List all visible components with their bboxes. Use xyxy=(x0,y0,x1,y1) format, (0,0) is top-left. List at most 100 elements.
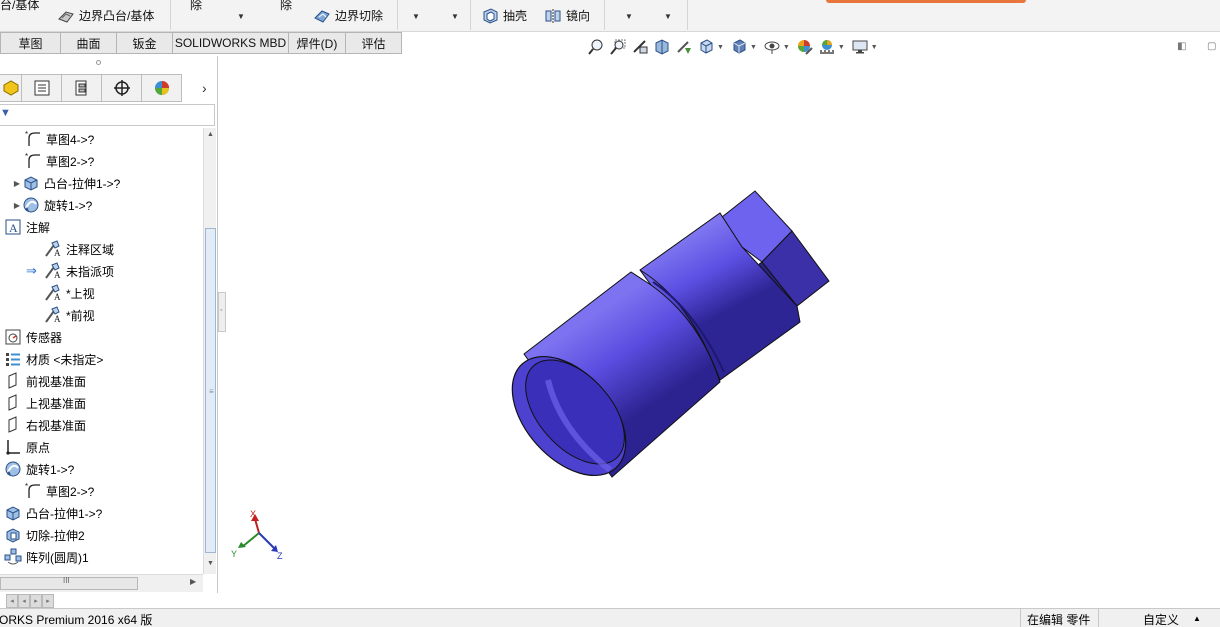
configuration-manager-tab[interactable] xyxy=(62,74,102,102)
chevron-down-icon[interactable]: ▼ xyxy=(750,44,757,51)
tree-node[interactable]: A *上视 xyxy=(44,282,95,304)
chevron-down-icon[interactable]: ▼ xyxy=(451,12,459,21)
tree-node[interactable]: A 注解 xyxy=(4,216,50,238)
scroll-up-icon[interactable]: ▲ xyxy=(207,131,214,138)
restore-panel-icon[interactable]: ◧ xyxy=(1177,41,1186,52)
next-tab-icon[interactable]: ▸ xyxy=(30,594,42,608)
cut-partial-button-1[interactable]: 除 xyxy=(190,0,202,13)
boss-base-partial-button[interactable]: 台/基体 xyxy=(0,0,39,13)
chevron-down-icon[interactable]: ▼ xyxy=(412,12,420,21)
tree-node[interactable]: * 草图2->? xyxy=(24,150,94,172)
cut-partial-button-2[interactable]: 除 xyxy=(280,0,292,13)
chevron-down-icon[interactable]: ▼ xyxy=(717,44,724,51)
tree-node-label: 旋转1->? xyxy=(44,198,93,213)
chevron-down-icon[interactable]: ▼ xyxy=(783,44,790,51)
zoom-to-area-icon[interactable] xyxy=(607,37,629,57)
eye-icon[interactable] xyxy=(761,37,783,57)
tree-node[interactable]: * 草图2->? xyxy=(24,480,94,502)
tab-sheet-metal[interactable]: 钣金 xyxy=(117,32,173,54)
tree-node-label: *上视 xyxy=(66,286,95,301)
tree-horizontal-scrollbar[interactable]: III ▶ xyxy=(0,574,203,592)
extrude-icon xyxy=(22,174,40,192)
dimxpert-manager-tab[interactable] xyxy=(102,74,142,102)
view-toolbar: ▼ ▼ ▼ ▼ ▼ xyxy=(585,37,882,57)
tree-node[interactable]: 阵列(圆周)1 xyxy=(4,546,89,568)
boundary-cut-button[interactable]: 边界切除 xyxy=(313,7,383,24)
tree-node-label: 注解 xyxy=(26,220,51,235)
part-icon xyxy=(3,80,18,96)
first-tab-icon[interactable]: ◂ xyxy=(6,594,18,608)
edit-appearance-icon[interactable] xyxy=(794,37,816,57)
panel-splitter[interactable]: ◦ xyxy=(218,292,226,332)
tree-node[interactable]: A *前视 xyxy=(44,304,95,326)
boundary-boss-label: 边界凸台/基体 xyxy=(79,9,155,23)
tree-node[interactable]: 传感器 xyxy=(4,326,62,348)
tree-node-label: 上视基准面 xyxy=(26,396,87,411)
chevron-up-icon[interactable]: ▲ xyxy=(1193,614,1201,623)
svg-text:A: A xyxy=(54,248,61,258)
expand-toggle-icon[interactable]: ▶ xyxy=(12,179,22,188)
chevron-right-icon[interactable]: › xyxy=(202,80,207,96)
tree-node[interactable]: 切除-拉伸2 xyxy=(4,524,85,546)
view-settings-icon[interactable] xyxy=(849,37,871,57)
tree-node[interactable]: 旋转1->? xyxy=(4,458,74,480)
svg-text:*: * xyxy=(25,482,28,491)
boundary-boss-button[interactable]: 边界凸台/基体 xyxy=(57,7,154,24)
property-manager-tab[interactable] xyxy=(22,74,62,102)
annotation-view-icon: A xyxy=(44,240,62,258)
chevron-down-icon[interactable]: ▼ xyxy=(838,44,845,51)
edit-mode-status: 在编辑 零件 xyxy=(1027,613,1091,627)
tab-evaluate[interactable]: 评估 xyxy=(346,32,402,54)
maximize-panel-icon[interactable]: ▢ xyxy=(1207,41,1216,52)
tree-node-label: 原点 xyxy=(26,440,51,455)
tree-node[interactable]: 前视基准面 xyxy=(4,370,86,392)
tree-node-label: 传感器 xyxy=(26,330,63,345)
tree-node[interactable]: 上视基准面 xyxy=(4,392,86,414)
extrude-icon xyxy=(4,504,22,522)
chevron-down-icon[interactable]: ▼ xyxy=(664,12,672,21)
display-manager-tab[interactable] xyxy=(142,74,182,102)
tree-vertical-scrollbar[interactable]: ▲ ≡ ▼ xyxy=(203,128,216,574)
scrollbar-thumb[interactable]: III xyxy=(0,576,138,590)
panel-grip-icon[interactable] xyxy=(96,60,101,65)
mirror-button[interactable]: 镜向 xyxy=(544,7,590,24)
tree-node[interactable]: ⇒ A 未指派项 xyxy=(26,260,114,282)
plane-icon xyxy=(4,394,22,412)
scrollbar-thumb[interactable]: ≡ xyxy=(205,228,216,553)
tab-sketch[interactable]: 草图 xyxy=(0,32,61,54)
previous-view-icon[interactable] xyxy=(629,37,651,57)
view-orientation-icon[interactable] xyxy=(673,37,695,57)
tree-filter[interactable]: ▼ xyxy=(0,104,215,126)
chevron-down-icon[interactable]: ▼ xyxy=(871,44,878,51)
last-tab-icon[interactable]: ▸ xyxy=(42,594,54,608)
boundary-cut-label: 边界切除 xyxy=(335,9,384,23)
hide-show-icon[interactable] xyxy=(728,37,750,57)
tab-weldments[interactable]: 焊件(D) xyxy=(289,32,346,54)
graphics-area[interactable]: X Y Z xyxy=(226,56,1220,608)
display-style-icon[interactable] xyxy=(695,37,717,57)
tab-mbd[interactable]: SOLIDWORKS MBD xyxy=(173,32,289,54)
sketch-icon: * xyxy=(24,482,42,500)
tree-node[interactable]: A 注释区域 xyxy=(44,238,114,260)
chevron-down-icon[interactable]: ▼ xyxy=(625,12,633,21)
zoom-to-fit-icon[interactable] xyxy=(585,37,607,57)
prev-tab-icon[interactable]: ◂ xyxy=(18,594,30,608)
tab-surface[interactable]: 曲面 xyxy=(61,32,117,54)
tree-node[interactable]: 右视基准面 xyxy=(4,414,86,436)
tree-node[interactable]: ▶ 旋转1->? xyxy=(12,194,92,216)
tree-node[interactable]: 材质 <未指定> xyxy=(4,348,103,370)
shell-button[interactable]: 抽壳 xyxy=(481,7,527,24)
tree-node[interactable]: ▶ 凸台-拉伸1->? xyxy=(12,172,120,194)
section-view-icon[interactable] xyxy=(651,37,673,57)
expand-toggle-icon[interactable]: ▶ xyxy=(12,201,22,210)
part-model[interactable] xyxy=(490,190,830,497)
tree-node[interactable]: * 草图4->? xyxy=(24,128,94,150)
scroll-right-icon[interactable]: ▶ xyxy=(190,577,196,586)
chevron-down-icon[interactable]: ▼ xyxy=(237,12,245,21)
tree-node[interactable]: 凸台-拉伸1->? xyxy=(4,502,102,524)
scroll-down-icon[interactable]: ▼ xyxy=(207,560,214,567)
tree-node[interactable]: 原点 xyxy=(4,436,50,458)
units-custom-button[interactable]: 自定义 xyxy=(1143,611,1179,627)
apply-scene-icon[interactable] xyxy=(816,37,838,57)
feature-manager-tab[interactable] xyxy=(0,74,22,102)
